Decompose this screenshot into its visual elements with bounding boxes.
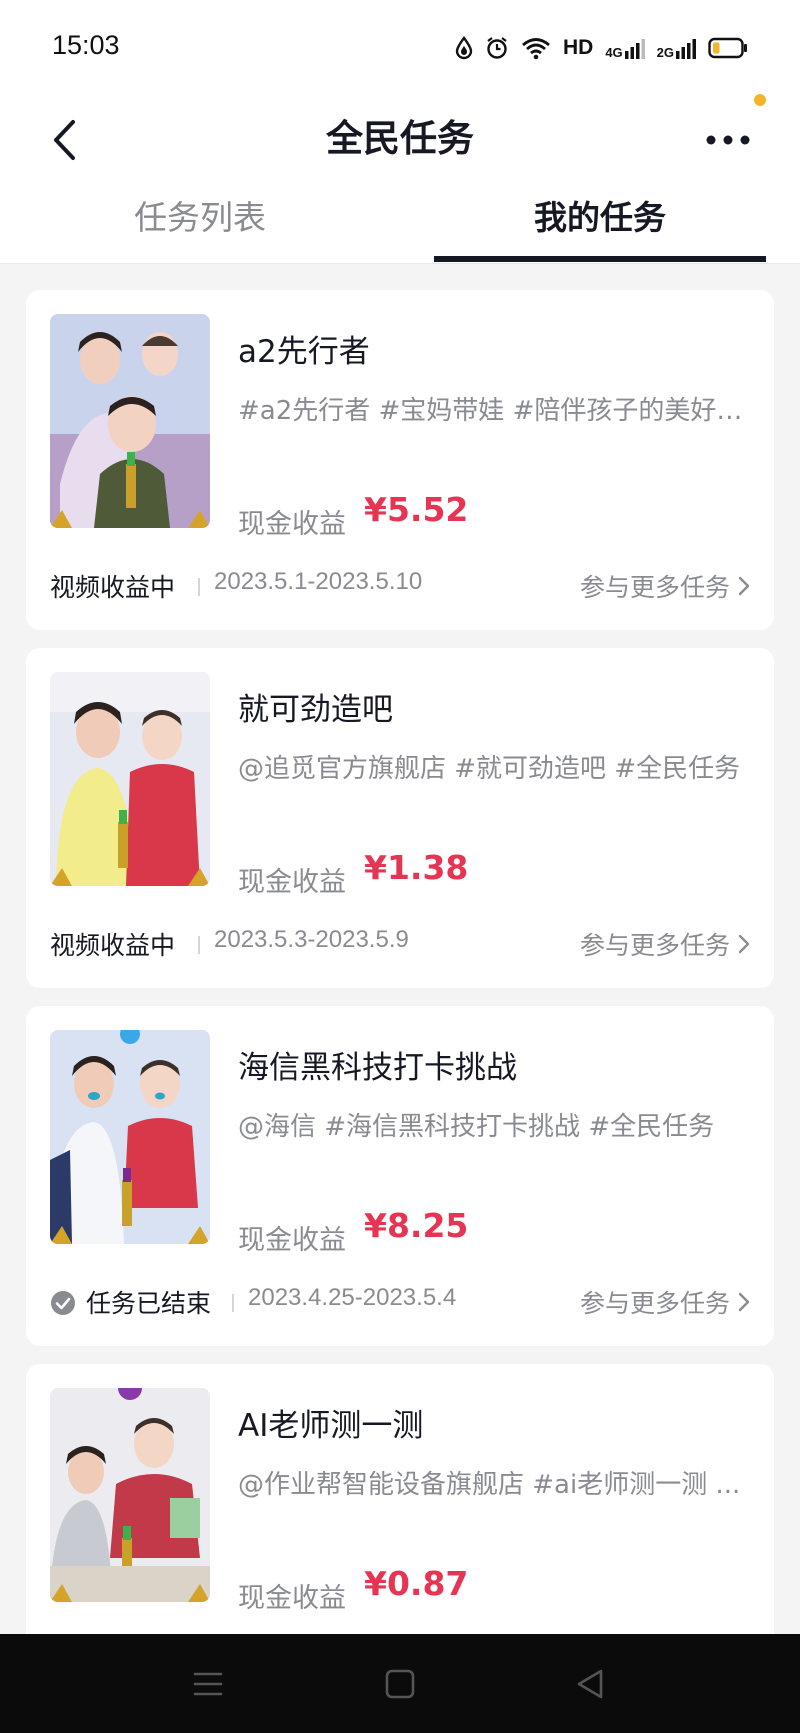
notification-dot <box>754 94 766 106</box>
task-list[interactable]: a2先行者 #a2先行者 #宝妈带娃 #陪伴孩子的美好时光 现金收益 ¥5.52… <box>0 264 800 1634</box>
task-card[interactable]: 海信黑科技打卡挑战 @海信 #海信黑科技打卡挑战 #全民任务 现金收益 ¥8.2… <box>26 1006 774 1346</box>
home-square-icon <box>385 1669 415 1699</box>
task-title: 就可劲造吧 <box>238 692 393 728</box>
tab-bar: 任务列表 我的任务 <box>0 196 800 264</box>
status-time: 15:03 <box>52 30 120 60</box>
earn-amount: ¥0.87 <box>364 1564 469 1603</box>
header: 全民任务 任务列表 我的任务 <box>0 92 800 264</box>
chevron-right-icon <box>738 934 750 954</box>
task-status: 视频收益中 <box>50 573 176 602</box>
video-thumbnail[interactable] <box>50 672 210 886</box>
more-button[interactable] <box>700 120 756 160</box>
nav-menu-button[interactable] <box>186 1662 230 1706</box>
more-tasks-label: 参与更多任务 <box>579 931 730 960</box>
signal-bars-icon <box>676 39 696 59</box>
task-title: a2先行者 <box>238 334 370 370</box>
nav-back-button[interactable] <box>568 1662 612 1706</box>
more-tasks-link[interactable]: 参与更多任务 <box>580 926 750 962</box>
chevron-right-icon <box>738 576 750 596</box>
earn-label: 现金收益 <box>238 509 346 540</box>
task-title: AI老师测一测 <box>238 1408 424 1444</box>
chevron-right-icon <box>738 1292 750 1312</box>
earn-amount: ¥1.38 <box>364 848 469 887</box>
earn-label: 现金收益 <box>238 1583 346 1614</box>
status-icons: HD 4G 2G <box>455 32 748 64</box>
more-tasks-label: 参与更多任务 <box>579 573 730 602</box>
task-tags: #a2先行者 #宝妈带娃 #陪伴孩子的美好时光 <box>238 396 748 426</box>
alarm-icon <box>485 36 509 60</box>
task-card[interactable]: 就可劲造吧 @追觅官方旗舰店 #就可劲造吧 #全民任务 现金收益 ¥1.38 视… <box>26 648 774 988</box>
signal-4g: 4G <box>605 37 645 59</box>
task-status: 任务已结束 <box>86 1289 212 1318</box>
task-footer: 视频收益中 2023.5.3-2023.5.9 参与更多任务 <box>50 926 750 966</box>
tab-my-tasks[interactable]: 我的任务 <box>400 196 800 264</box>
battery-icon <box>708 37 748 59</box>
task-card[interactable]: AI老师测一测 @作业帮智能设备旗舰店 #ai老师测一测 ... 现金收益 ¥0… <box>26 1364 774 1634</box>
earn-label: 现金收益 <box>238 1225 346 1256</box>
more-tasks-link[interactable]: 参与更多任务 <box>580 568 750 604</box>
data-saver-icon <box>455 36 473 60</box>
task-title: 海信黑科技打卡挑战 <box>238 1050 517 1086</box>
check-circle-icon <box>51 1291 75 1315</box>
more-tasks-label: 参与更多任务 <box>579 1289 730 1318</box>
active-tab-indicator <box>434 256 766 262</box>
date-range: 2023.4.25-2023.5.4 <box>248 1284 457 1311</box>
signal-2g: 2G <box>657 37 696 59</box>
hd-label: HD <box>562 36 594 59</box>
video-thumbnail[interactable] <box>50 1388 210 1602</box>
status-bar: 15:03 HD 4G 2G <box>0 0 800 92</box>
page-title: 全民任务 <box>326 117 474 160</box>
video-thumbnail[interactable] <box>50 314 210 528</box>
task-tags: @作业帮智能设备旗舰店 #ai老师测一测 ... <box>238 1470 741 1500</box>
earn-label: 现金收益 <box>238 867 346 898</box>
divider <box>232 1294 234 1312</box>
signal-bars-icon <box>624 39 645 59</box>
back-triangle-icon <box>577 1669 603 1699</box>
wifi-icon <box>521 36 551 60</box>
date-range: 2023.5.3-2023.5.9 <box>214 926 409 953</box>
earn-amount: ¥8.25 <box>364 1206 469 1245</box>
menu-icon <box>193 1672 223 1696</box>
more-tasks-link[interactable]: 参与更多任务 <box>580 1284 750 1320</box>
task-footer: 任务已结束 2023.4.25-2023.5.4 参与更多任务 <box>50 1284 750 1324</box>
task-status: 视频收益中 <box>50 931 176 960</box>
divider <box>198 936 200 954</box>
date-range: 2023.5.1-2023.5.10 <box>214 568 423 595</box>
nav-home-button[interactable] <box>378 1662 422 1706</box>
system-nav-bar <box>0 1634 800 1733</box>
task-footer: 视频收益中 2023.5.1-2023.5.10 参与更多任务 <box>50 568 750 608</box>
earn-amount: ¥5.52 <box>364 490 469 529</box>
task-tags: @追觅官方旗舰店 #就可劲造吧 #全民任务 <box>238 754 741 784</box>
task-tags: @海信 #海信黑科技打卡挑战 #全民任务 <box>238 1112 715 1142</box>
divider <box>198 578 200 596</box>
tab-task-list[interactable]: 任务列表 <box>0 196 400 264</box>
video-thumbnail[interactable] <box>50 1030 210 1244</box>
task-card[interactable]: a2先行者 #a2先行者 #宝妈带娃 #陪伴孩子的美好时光 现金收益 ¥5.52… <box>26 290 774 630</box>
more-dots-icon <box>706 135 750 145</box>
